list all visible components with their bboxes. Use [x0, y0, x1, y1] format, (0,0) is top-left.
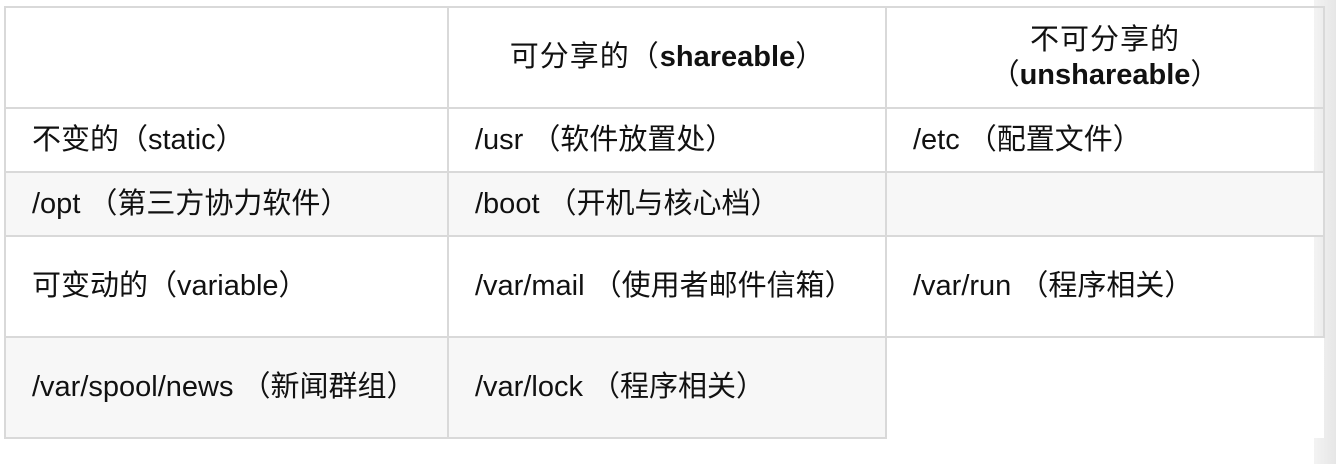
- row-label-variable: 可变动的（variable）: [4, 235, 449, 338]
- table-row: /var/spool/news （新闻群组） /var/lock （程序相关）: [4, 336, 1324, 439]
- header-shareable-en: shareable: [659, 41, 796, 73]
- fhs-directory-table: 可分享的（shareable） 不可分享的 （unshareable） 不变的（s…: [4, 6, 1325, 439]
- table-row: 可变动的（variable） /var/mail （使用者邮件信箱） /var/…: [4, 235, 1325, 338]
- header-unshareable: 不可分享的 （unshareable）: [885, 6, 1325, 109]
- cell-shareable: /usr （软件放置处）: [447, 107, 887, 173]
- cell-unshareable-empty: [886, 337, 1324, 438]
- cell-unshareable: /etc （配置文件）: [885, 107, 1325, 173]
- header-corner-cell: [4, 6, 449, 109]
- cell-shareable: /var/mail （使用者邮件信箱）: [447, 235, 887, 338]
- header-unshareable-open: （: [990, 58, 1020, 91]
- header-unshareable-cjk: 不可分享的: [1029, 23, 1180, 56]
- row-label-static: 不变的（static）: [4, 107, 449, 173]
- cell-shareable: /var/lock （程序相关）: [447, 336, 887, 439]
- cell-unshareable: /var/run （程序相关）: [885, 235, 1325, 338]
- header-unshareable-close: ）: [1190, 58, 1220, 91]
- header-shareable-cjk: 可分享的（: [509, 41, 660, 73]
- table-header-row: 可分享的（shareable） 不可分享的 （unshareable）: [4, 6, 1325, 109]
- header-unshareable-en: unshareable: [1019, 58, 1191, 91]
- cell-shareable: /boot （开机与核心档）: [447, 171, 887, 237]
- row-label-spool-news: /var/spool/news （新闻群组）: [4, 336, 449, 439]
- row-label-opt: /opt （第三方协力软件）: [4, 171, 449, 237]
- table-row: 不变的（static） /usr （软件放置处） /etc （配置文件）: [4, 107, 1325, 173]
- header-shareable: 可分享的（shareable）: [447, 6, 887, 109]
- header-shareable-close: ）: [795, 41, 825, 73]
- table-row: /opt （第三方协力软件） /boot （开机与核心档）: [4, 171, 1325, 237]
- cell-unshareable-empty: [885, 171, 1325, 237]
